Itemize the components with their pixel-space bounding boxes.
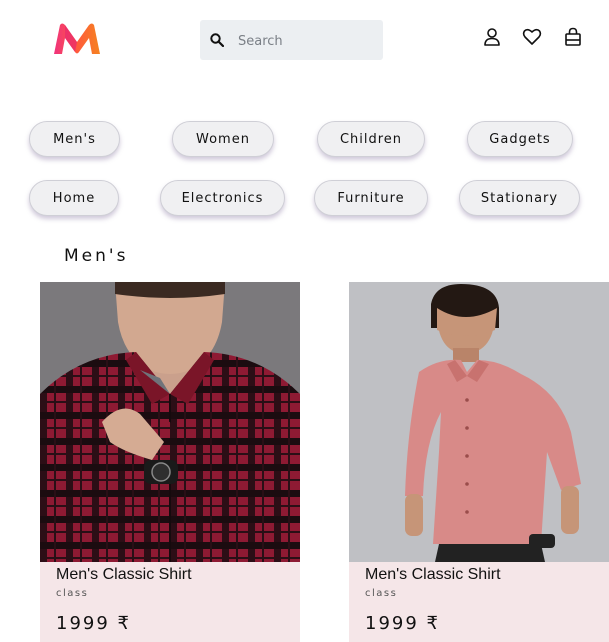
category-chip-mens[interactable]: Men's [29, 121, 120, 157]
product-price: 1999 ₹ [56, 613, 131, 634]
header [0, 0, 609, 80]
category-chip-gadgets[interactable]: Gadgets [467, 121, 573, 157]
product-subtitle: class [56, 588, 89, 599]
myntra-logo-icon[interactable] [52, 22, 102, 56]
category-chip-electronics[interactable]: Electronics [160, 180, 285, 216]
category-chip-children[interactable]: Children [317, 121, 425, 157]
pink-shirt-photo [349, 282, 609, 562]
search-bar [200, 20, 383, 62]
product-card[interactable]: Men's Classic Shirt class 1999 ₹ [40, 282, 300, 642]
product-card[interactable]: Men's Classic Shirt class 1999 ₹ [349, 282, 609, 642]
product-price: 1999 ₹ [365, 613, 440, 634]
search-icon[interactable] [210, 33, 224, 47]
section-title: Men's [64, 246, 129, 266]
product-name[interactable]: Men's Classic Shirt [56, 566, 192, 584]
bag-icon[interactable] [563, 27, 583, 47]
product-info: Men's Classic Shirt class 1999 ₹ [40, 562, 300, 642]
category-chip-women[interactable]: Women [172, 121, 274, 157]
category-chip-home[interactable]: Home [29, 180, 119, 216]
red-checked-shirt-photo [40, 282, 300, 562]
category-chip-stationary[interactable]: Stationary [459, 180, 580, 216]
product-subtitle: class [365, 588, 398, 599]
category-chip-furniture[interactable]: Furniture [314, 180, 428, 216]
user-icon[interactable] [482, 27, 502, 47]
search-input[interactable] [236, 20, 380, 62]
heart-icon[interactable] [522, 27, 542, 47]
product-info: Men's Classic Shirt class 1999 ₹ [349, 562, 609, 642]
product-name[interactable]: Men's Classic Shirt [365, 566, 501, 584]
